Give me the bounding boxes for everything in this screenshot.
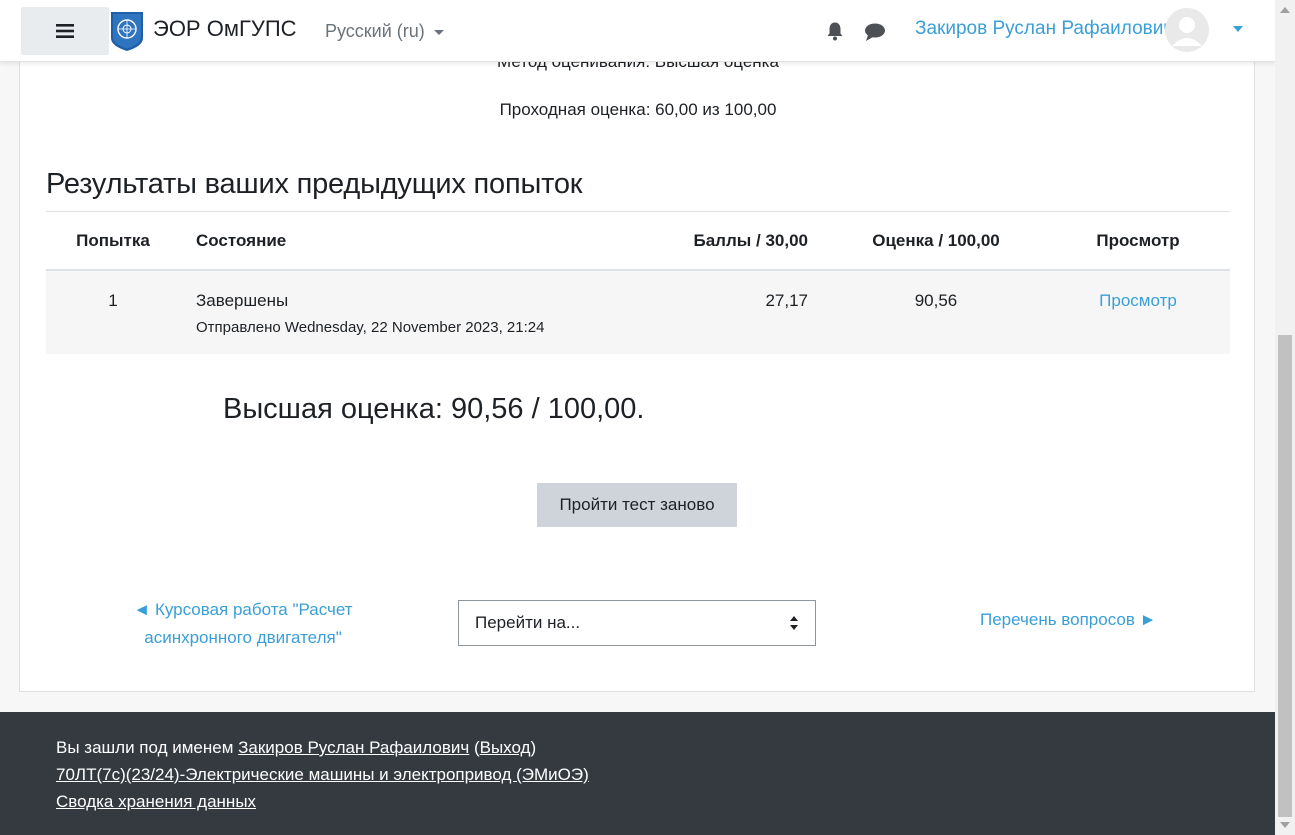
page-footer: Вы зашли под именем Закиров Руслан Рафаи… [0,712,1275,835]
menu-icon [56,24,74,38]
scroll-down-icon[interactable] [1280,822,1290,828]
user-menu-name[interactable]: Закиров Руслан Рафаилович [915,18,1173,40]
header-review: Просмотр [1046,212,1230,271]
best-grade: Высшая оценка: 90,56 / 100,00. [223,393,645,425]
logged-in-prefix: Вы зашли под именем [56,738,239,757]
review-link[interactable]: Просмотр [1099,291,1177,310]
submitted-time: Отправлено Wednesday, 22 November 2023, … [196,319,545,336]
cell-attempt: 1 [46,270,180,354]
logout-open: ( [469,738,480,757]
header-marks: Баллы / 30,00 [590,212,826,271]
language-label: Русский (ru) [325,21,425,41]
results-title: Результаты ваших предыдущих попыток [46,168,583,200]
jump-to-placeholder: Перейти на... [475,613,581,632]
footer-info: Вы зашли под именем Закиров Руслан Рафаи… [56,734,589,815]
select-arrows-icon [790,616,798,630]
logo-icon[interactable] [109,10,145,52]
cell-state: Завершены Отправлено Wednesday, 22 Novem… [180,270,590,354]
prev-activity-link[interactable]: ◄ Курсовая работа "Расчет асинхронного д… [118,596,368,652]
user-menu-caret-icon[interactable] [1233,26,1243,32]
cell-grade: 90,56 [826,270,1046,354]
site-name[interactable]: ЭОР ОмГУПС [153,16,297,42]
scroll-up-icon[interactable] [1280,7,1290,13]
top-navbar: ЭОР ОмГУПС Русский (ru) Закиров Руслан Р… [0,0,1275,62]
drawer-toggle-button[interactable] [21,7,109,55]
page-content: Метод оценивания: Высшая оценка Проходна… [0,0,1275,835]
logout-link[interactable]: Выход [480,738,531,757]
next-activity-link[interactable]: Перечень вопросов ► [980,610,1156,630]
attempts-table: Попытка Состояние Баллы / 30,00 Оценка /… [46,212,1230,354]
header-state: Состояние [180,212,590,271]
bell-icon[interactable] [825,21,845,41]
language-menu[interactable]: Русский (ru) [325,21,444,42]
quiz-card: Метод оценивания: Высшая оценка Проходна… [19,40,1255,692]
scroll-thumb[interactable] [1278,335,1292,817]
passing-grade: Проходная оценка: 60,00 из 100,00 [499,100,777,119]
course-link[interactable]: 70ЛТ(7с)(23/24)-Электрические машины и э… [56,765,589,784]
header-attempt: Попытка [46,212,180,271]
avatar[interactable] [1165,8,1209,52]
jump-to-select[interactable]: Перейти на... [458,600,816,646]
state-label: Завершены [196,291,289,310]
data-retention-link[interactable]: Сводка хранения данных [56,792,256,811]
header-grade: Оценка / 100,00 [826,212,1046,271]
logged-in-line: Вы зашли под именем Закиров Руслан Рафаи… [56,734,589,761]
retry-quiz-button[interactable]: Пройти тест заново [537,483,737,527]
table-row: 1 Завершены Отправлено Wednesday, 22 Nov… [46,270,1230,354]
logout-close: ) [530,738,537,757]
table-header-row: Попытка Состояние Баллы / 30,00 Оценка /… [46,212,1230,271]
avatar-icon [1165,8,1209,52]
language-caret-icon [433,29,444,35]
chat-icon[interactable] [864,22,886,42]
cell-marks: 27,17 [590,270,826,354]
footer-user-link[interactable]: Закиров Руслан Рафаилович [238,738,469,757]
page-scrollbar[interactable] [1275,0,1295,835]
cell-review: Просмотр [1046,270,1230,354]
